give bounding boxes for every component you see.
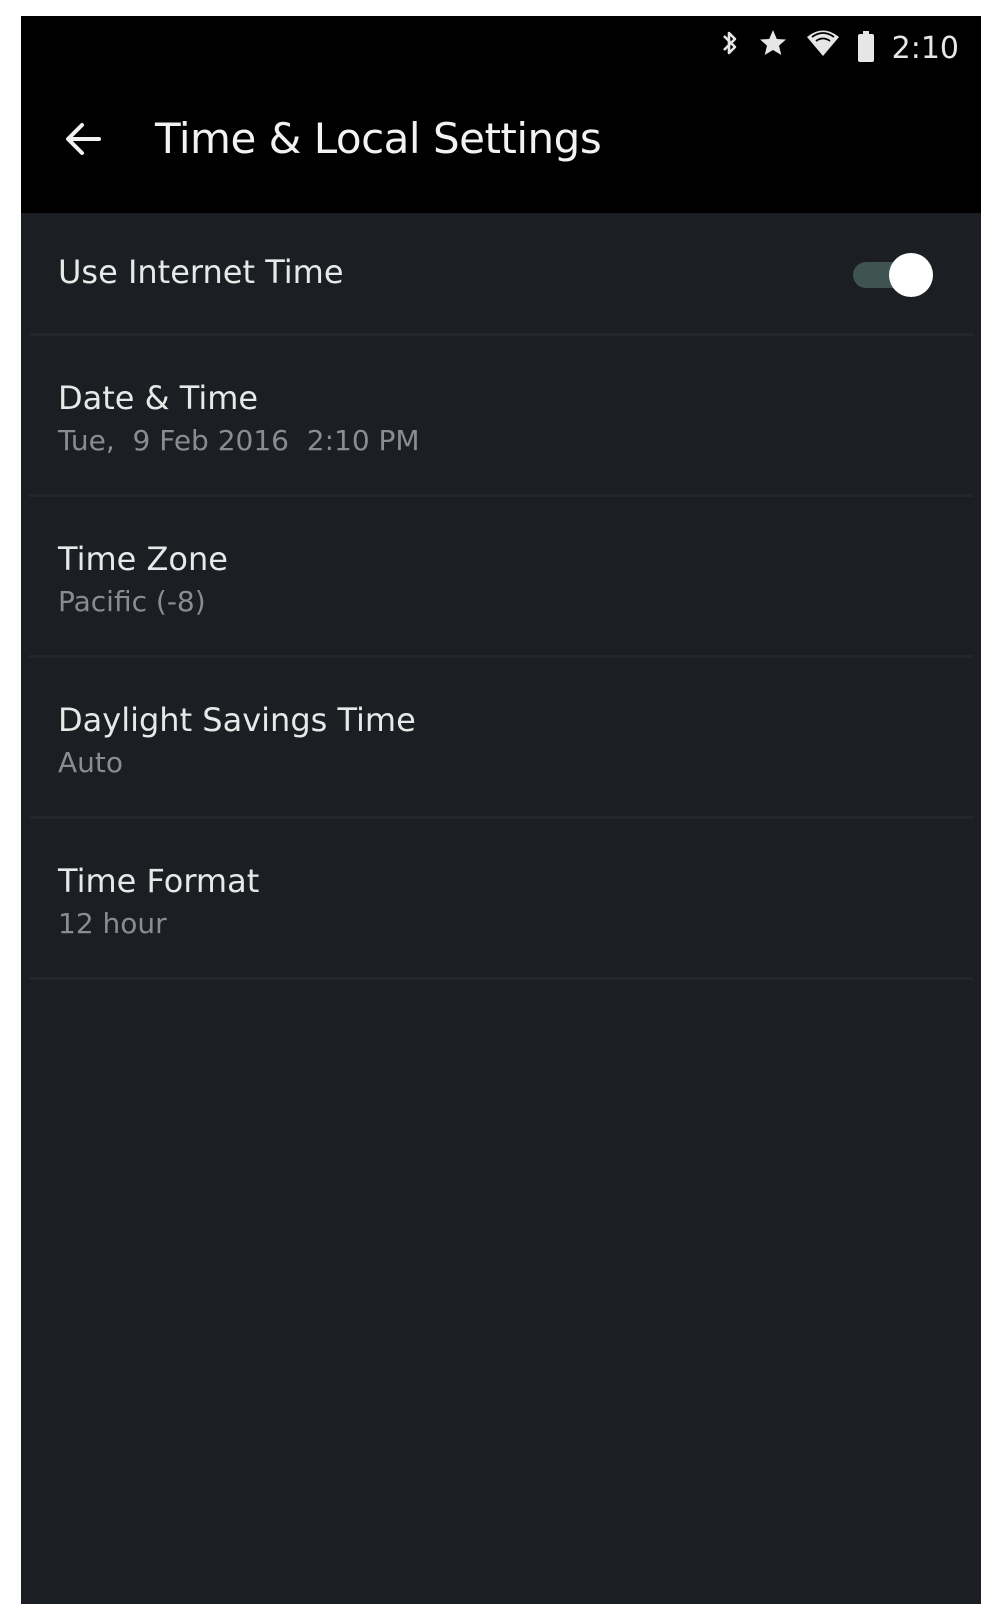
toggle-knob <box>889 253 933 297</box>
status-time: 2:10 <box>891 30 959 66</box>
arrow-left-icon <box>66 123 101 155</box>
setting-value: 12 hour <box>58 907 167 940</box>
setting-label: Use Internet Time <box>58 253 344 291</box>
setting-use-internet-time[interactable]: Use Internet Time <box>29 213 973 336</box>
setting-date-time[interactable]: Date & Time Tue, 9 Feb 2016 2:10 PM <box>29 336 973 497</box>
setting-value: Pacific (-8) <box>58 585 206 618</box>
bluetooth-icon <box>720 28 740 68</box>
wifi-icon <box>806 28 840 68</box>
setting-value: Tue, 9 Feb 2016 2:10 PM <box>58 424 420 457</box>
battery-icon <box>857 31 874 62</box>
screen: 2:10 Time & Local Settings Use Internet … <box>21 16 981 1604</box>
setting-daylight-savings[interactable]: Daylight Savings Time Auto <box>29 658 973 819</box>
internet-time-toggle[interactable] <box>849 253 933 297</box>
setting-time-zone[interactable]: Time Zone Pacific (-8) <box>29 497 973 658</box>
setting-label: Time Zone <box>58 540 228 578</box>
setting-time-format[interactable]: Time Format 12 hour <box>29 819 973 980</box>
page-title: Time & Local Settings <box>155 114 602 163</box>
setting-label: Date & Time <box>58 379 259 417</box>
back-button[interactable] <box>61 116 107 162</box>
settings-list: Use Internet Time Date & Time Tue, 9 Feb… <box>29 213 973 980</box>
setting-label: Daylight Savings Time <box>58 701 416 739</box>
setting-label: Time Format <box>58 862 260 900</box>
app-bar: Time & Local Settings <box>21 78 981 213</box>
status-icons: 2:10 <box>720 30 959 66</box>
status-bar: 2:10 <box>21 16 981 78</box>
star-icon <box>758 28 788 68</box>
setting-value: Auto <box>58 746 124 779</box>
